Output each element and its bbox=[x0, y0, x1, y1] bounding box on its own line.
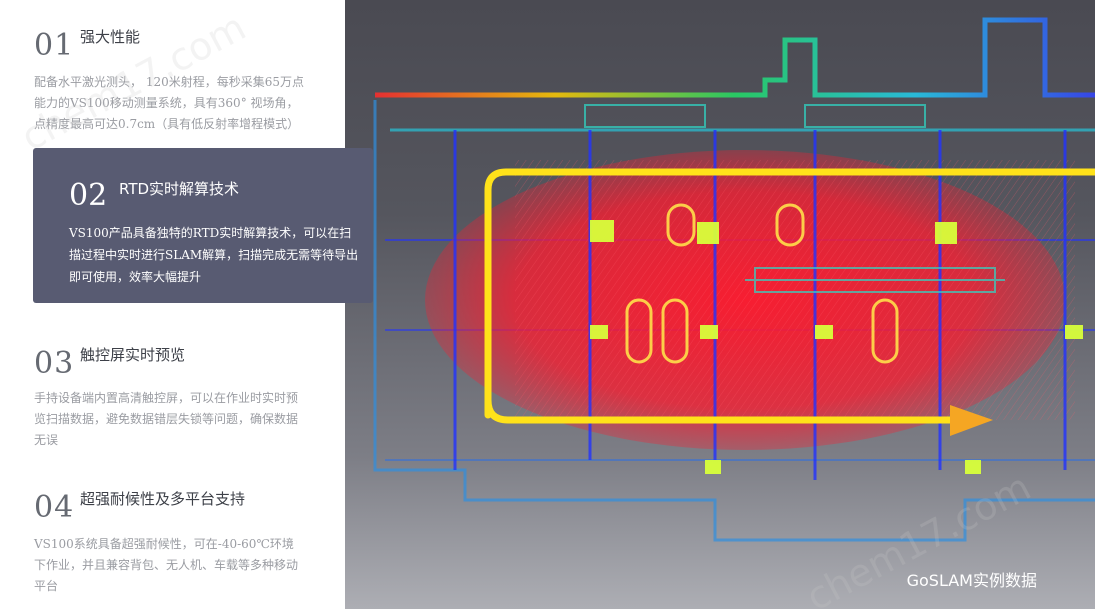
feature-description: 手持设备端内置高清触控屏，可以在作业时实时预览扫描数据，避免数据错层失锁等问题，… bbox=[34, 391, 299, 447]
feature-list: 01 强大性能 配备水平激光测头， 120米射程，每秒采集65万点能力的VS10… bbox=[0, 0, 345, 609]
feature-02-highlight-card: 02 RTD实时解算技术 VS100产品具备独特的RTD实时解算技术，可以在扫描… bbox=[33, 148, 373, 303]
feature-title: RTD实时解算技术 bbox=[119, 180, 240, 198]
feature-title: 超强耐候性及多平台支持 bbox=[80, 490, 246, 508]
feature-description: VS100系统具备超强耐候性，可在-40-60℃环境下作业，并且兼容背包、无人机… bbox=[34, 537, 299, 593]
feature-number: 01 bbox=[34, 28, 75, 63]
feature-description: VS100产品具备独特的RTD实时解算技术，可以在扫描过程中实时进行SLAM解算… bbox=[69, 226, 359, 284]
feature-description: 配备水平激光测头， 120米射程，每秒采集65万点能力的VS100移动测量系统，… bbox=[34, 75, 304, 131]
point-cloud-scan-graphic bbox=[373, 17, 1095, 542]
feature-number: 04 bbox=[34, 490, 75, 525]
feature-title: 强大性能 bbox=[80, 28, 141, 46]
scan-caption: GoSLAM实例数据 bbox=[906, 571, 1037, 590]
feature-number: 02 bbox=[69, 178, 108, 213]
feature-title: 触控屏实时预览 bbox=[80, 346, 186, 364]
point-cloud-image: chem17.com GoSLAM实例数据 bbox=[345, 0, 1095, 609]
feature-number: 03 bbox=[34, 346, 75, 381]
